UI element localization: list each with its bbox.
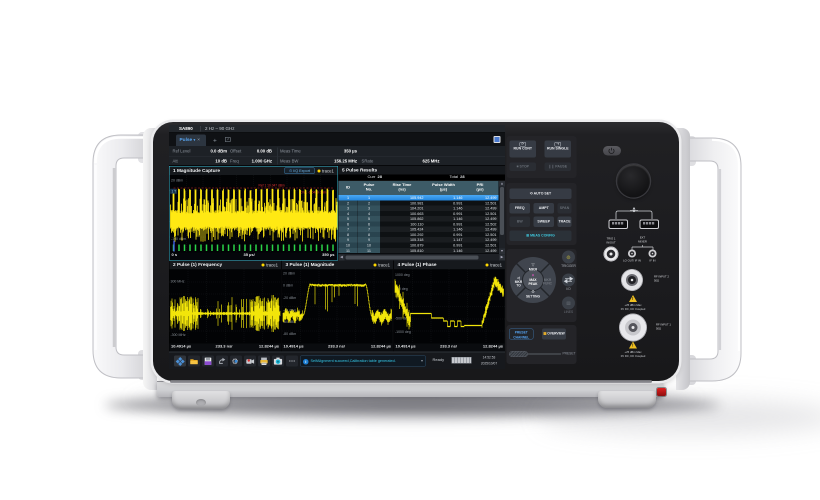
svg-text:Ref 1 10.047 dBm: Ref 1 10.047 dBm <box>259 184 285 188</box>
svg-text:0 dBm: 0 dBm <box>283 284 293 288</box>
svg-text:SETTING: SETTING <box>526 295 541 299</box>
svg-text:TO: TO <box>516 284 521 288</box>
svg-text:PEAK: PEAK <box>528 282 538 286</box>
svg-text:-20 dBm: -20 dBm <box>283 296 296 300</box>
svg-text:-1000 deg: -1000 deg <box>395 330 411 334</box>
svg-text:▼: ▼ <box>531 274 534 278</box>
svg-text:20 dBm: 20 dBm <box>283 272 295 276</box>
svg-text:300 MHz: 300 MHz <box>171 280 185 284</box>
svg-text:1 T: 1 T <box>172 190 177 194</box>
svg-text:-80 dBm: -80 dBm <box>283 332 296 336</box>
svg-text:MKR: MKR <box>529 268 538 272</box>
svg-text:⚙: ⚙ <box>531 289 535 294</box>
svg-text:1000 deg: 1000 deg <box>395 273 410 277</box>
svg-text:-100 dBm: -100 dBm <box>171 237 186 241</box>
svg-text:FUNC: FUNC <box>543 282 553 286</box>
svg-text:20 dBm: 20 dBm <box>171 179 183 183</box>
svg-text:-300 MHz: -300 MHz <box>171 333 186 337</box>
